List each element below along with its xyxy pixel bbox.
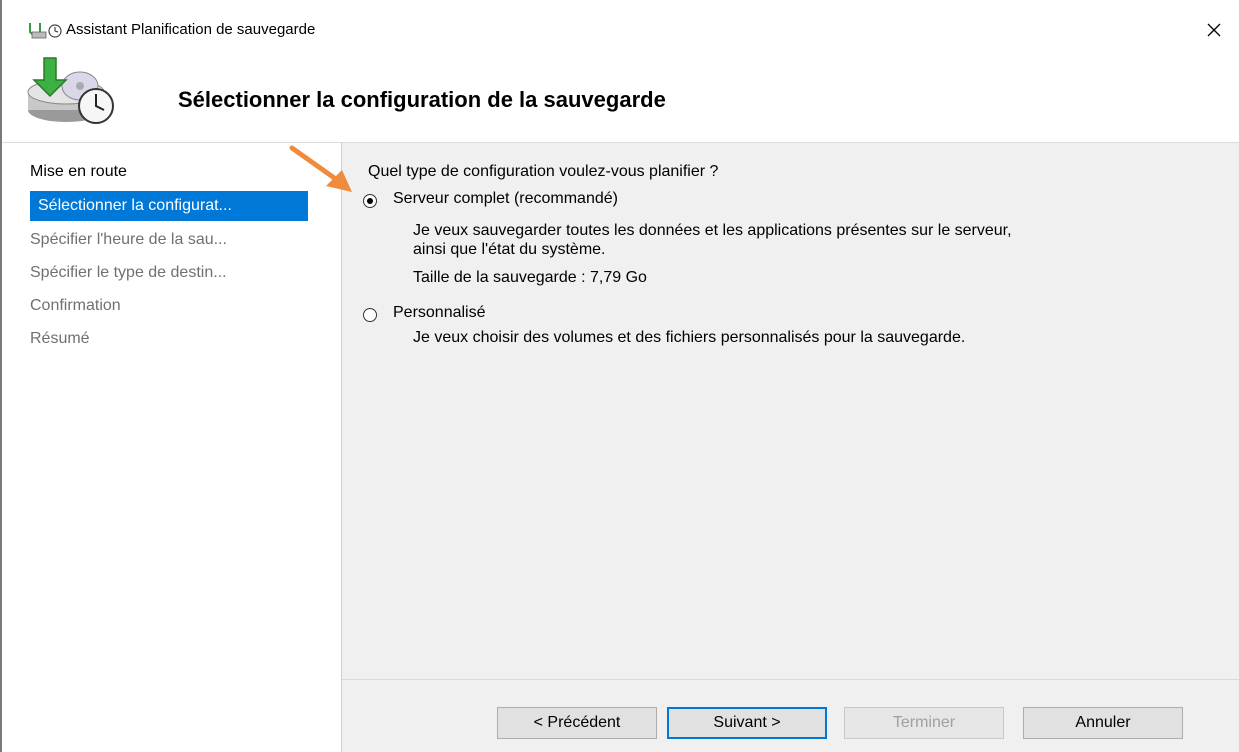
page-title: Sélectionner la configuration de la sauv… bbox=[178, 87, 666, 112]
annotation-arrow-icon bbox=[289, 145, 352, 192]
step-selectionner-configuration[interactable]: Sélectionner la configurat... bbox=[30, 191, 308, 221]
wizard-steps-sidebar: Mise en route Sélectionner la configurat… bbox=[2, 143, 341, 752]
step-confirmation[interactable]: Confirmation bbox=[30, 291, 121, 321]
close-button[interactable] bbox=[1189, 10, 1239, 50]
next-button[interactable]: Suivant > bbox=[667, 707, 827, 739]
title-bar: Assistant Planification de sauvegarde bbox=[0, 0, 1239, 44]
serveur-complet-description-line2: ainsi que l'état du système. bbox=[413, 241, 606, 258]
step-specifier-heure[interactable]: Spécifier l'heure de la sau... bbox=[30, 225, 227, 255]
cancel-button[interactable]: Annuler bbox=[1023, 707, 1183, 739]
previous-button[interactable]: < Précédent bbox=[497, 707, 657, 739]
backup-schedule-icon bbox=[29, 23, 62, 39]
finish-button[interactable]: Terminer bbox=[844, 707, 1004, 739]
radio-personnalise[interactable] bbox=[363, 308, 377, 322]
configuration-question: Quel type de configuration voulez-vous p… bbox=[368, 163, 719, 180]
close-icon bbox=[1207, 23, 1221, 37]
backup-size-text: Taille de la sauvegarde : 7,79 Go bbox=[413, 269, 647, 286]
backup-clock-icon bbox=[27, 57, 114, 124]
step-resume[interactable]: Résumé bbox=[30, 324, 90, 354]
radio-personnalise-label[interactable]: Personnalisé bbox=[393, 304, 486, 322]
wizard-window: Assistant Planification de sauvegarde Sé… bbox=[0, 0, 1239, 752]
content-panel: Quel type de configuration voulez-vous p… bbox=[342, 143, 1239, 679]
step-specifier-destination[interactable]: Spécifier le type de destin... bbox=[30, 258, 227, 288]
serveur-complet-description-line1: Je veux sauvegarder toutes les données e… bbox=[413, 222, 1012, 239]
step-mise-en-route[interactable]: Mise en route bbox=[30, 157, 127, 187]
window-title: Assistant Planification de sauvegarde bbox=[66, 21, 316, 38]
personnalise-description: Je veux choisir des volumes et des fichi… bbox=[413, 329, 966, 346]
wizard-footer: < Précédent Suivant > Terminer Annuler bbox=[342, 679, 1239, 752]
radio-serveur-complet-label[interactable]: Serveur complet (recommandé) bbox=[393, 190, 618, 208]
